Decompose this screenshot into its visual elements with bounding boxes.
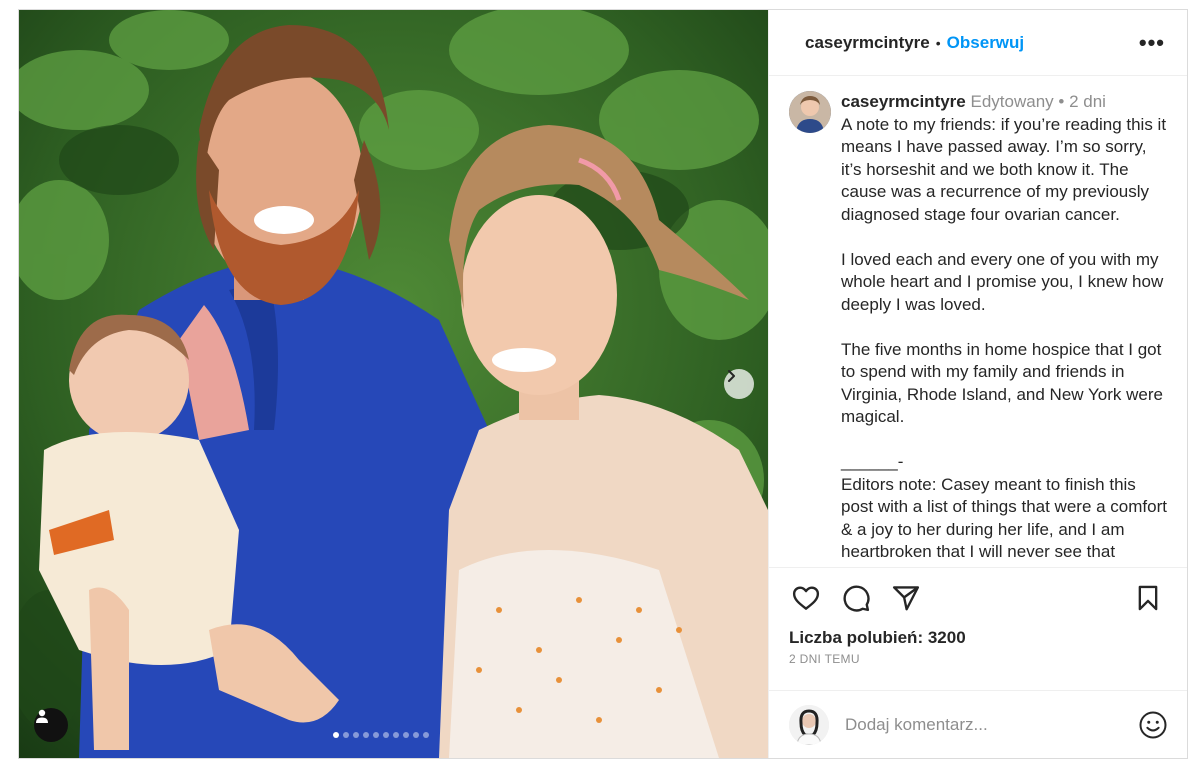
user-icon (36, 709, 48, 723)
caption-paragraph: I loved each and every one of you with m… (841, 249, 1168, 314)
caption-paragraph: ______- Editors note: Casey meant to fin… (841, 452, 1167, 561)
caption-text: A note to my friends: if you’re reading … (841, 114, 1169, 564)
carousel-dot (413, 732, 419, 738)
carousel-dot (393, 732, 399, 738)
post-details-panel: caseyrmcintyre • Obserwuj ••• caseyrmcin… (768, 10, 1187, 758)
next-image-button[interactable] (724, 369, 754, 399)
carousel-dot (353, 732, 359, 738)
chevron-right-icon (728, 370, 735, 382)
send-icon (892, 585, 920, 610)
like-count[interactable]: Liczba polubień: 3200 (789, 628, 966, 648)
tagged-users-button[interactable] (34, 708, 68, 742)
heart-icon (792, 585, 820, 610)
emoji-button[interactable] (1137, 709, 1169, 741)
caption-area: caseyrmcintyre Edytowany • 2 dni A note … (769, 77, 1187, 567)
avatar-image (789, 704, 829, 745)
caption-paragraph: A note to my friends: if you’re reading … (841, 114, 1171, 224)
like-button[interactable] (789, 581, 823, 615)
carousel-indicator (333, 732, 429, 738)
post-modal: caseyrmcintyre • Obserwuj ••• caseyrmcin… (18, 9, 1188, 759)
comment-bar (769, 690, 1187, 758)
caption-paragraph: The five months in home hospice that I g… (841, 339, 1168, 427)
carousel-dot (423, 732, 429, 738)
action-bar (769, 567, 1187, 627)
post-date: 2 DNI TEMU (789, 652, 860, 666)
avatar[interactable] (789, 91, 831, 133)
comment-input[interactable] (845, 714, 1137, 735)
caption-body: caseyrmcintyre Edytowany • 2 dni A note … (841, 91, 1169, 567)
carousel-dot (333, 732, 339, 738)
smiley-icon (1139, 711, 1167, 738)
carousel-dot (383, 732, 389, 738)
current-user-avatar (789, 704, 829, 745)
avatar-image (789, 91, 831, 133)
post-time: 2 dni (1069, 92, 1106, 111)
carousel-dot (373, 732, 379, 738)
carousel-dot (343, 732, 349, 738)
post-photo[interactable] (19, 10, 768, 758)
save-button[interactable] (1131, 581, 1165, 615)
header-username-link[interactable]: caseyrmcintyre (805, 33, 930, 53)
comment-button[interactable] (839, 581, 873, 615)
caption-meta: caseyrmcintyre Edytowany • 2 dni (841, 91, 1169, 114)
comment-icon (843, 585, 870, 612)
carousel-dot (363, 732, 369, 738)
family-photo-image (19, 10, 768, 758)
more-options-icon[interactable]: ••• (1139, 31, 1165, 54)
caption-username-link[interactable]: caseyrmcintyre (841, 92, 966, 111)
header-separator: • (935, 34, 941, 51)
follow-button[interactable]: Obserwuj (947, 33, 1024, 53)
share-button[interactable] (889, 581, 923, 615)
post-header: caseyrmcintyre • Obserwuj ••• (769, 10, 1187, 76)
carousel-dot (403, 732, 409, 738)
bookmark-icon (1138, 585, 1158, 610)
edited-label: Edytowany • (970, 92, 1065, 111)
